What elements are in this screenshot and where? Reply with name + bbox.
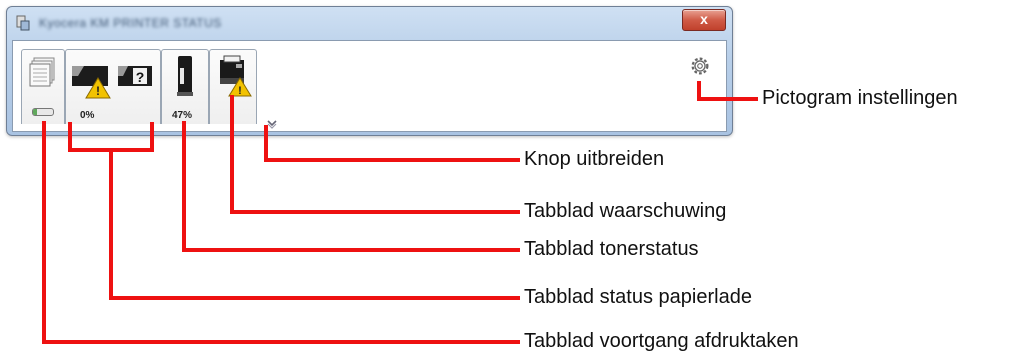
callout-toner: Tabblad tonerstatus [524,238,699,260]
callout-line-expand [264,125,520,162]
callout-lines [42,81,758,344]
callout-line-settings [697,81,758,101]
callout-line-paper [109,150,520,300]
callout-line-progress [42,121,520,344]
callout-progress: Tabblad voortgang afdruktaken [524,330,799,352]
callout-line-paper-bracket [68,122,154,152]
callout-settings: Pictogram instellingen [762,87,958,109]
callout-warning: Tabblad waarschuwing [524,200,727,222]
callout-line-toner [182,121,520,252]
callout-expand: Knop uitbreiden [524,148,665,170]
callout-paper: Tabblad status papierlade [524,286,752,308]
callout-line-warning [230,95,520,214]
